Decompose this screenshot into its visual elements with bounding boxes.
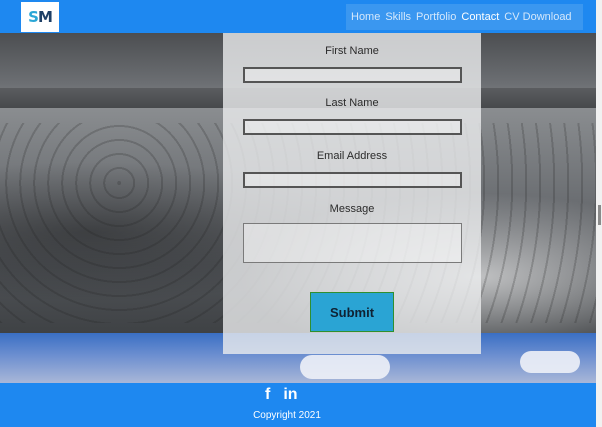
nav-item-skills[interactable]: Skills xyxy=(385,11,411,23)
scrollbar-thumb[interactable] xyxy=(598,205,601,225)
first-name-field[interactable] xyxy=(243,67,462,83)
copyright-text: Copyright 2021 xyxy=(253,410,321,421)
message-field[interactable] xyxy=(243,223,462,263)
last-name-label: Last Name xyxy=(325,97,379,109)
submit-button[interactable]: Submit xyxy=(310,292,394,332)
navbar: SM Home Skills Portfolio Contact CV Down… xyxy=(0,0,596,33)
nav-item-contact[interactable]: Contact xyxy=(461,11,499,23)
facebook-icon[interactable]: f xyxy=(265,387,270,403)
cloud xyxy=(300,355,390,379)
nav-item-home[interactable]: Home xyxy=(351,11,380,23)
contact-form: First Name Last Name Email Address Messa… xyxy=(223,33,481,354)
nav-item-portfolio[interactable]: Portfolio xyxy=(416,11,456,23)
email-field[interactable] xyxy=(243,172,462,188)
first-name-label: First Name xyxy=(325,45,379,57)
social-links: f in xyxy=(265,387,298,403)
site-logo[interactable]: SM xyxy=(21,2,59,32)
email-label: Email Address xyxy=(316,150,388,162)
nav-item-cv-download[interactable]: CV Download xyxy=(504,11,571,23)
logo-text: SM xyxy=(28,8,53,26)
footer: f in Copyright 2021 xyxy=(0,383,596,427)
nav-menu: Home Skills Portfolio Contact CV Downloa… xyxy=(346,4,583,30)
message-label: Message xyxy=(329,203,375,215)
cloud xyxy=(520,351,580,373)
last-name-field[interactable] xyxy=(243,119,462,135)
linkedin-icon[interactable]: in xyxy=(283,387,297,403)
